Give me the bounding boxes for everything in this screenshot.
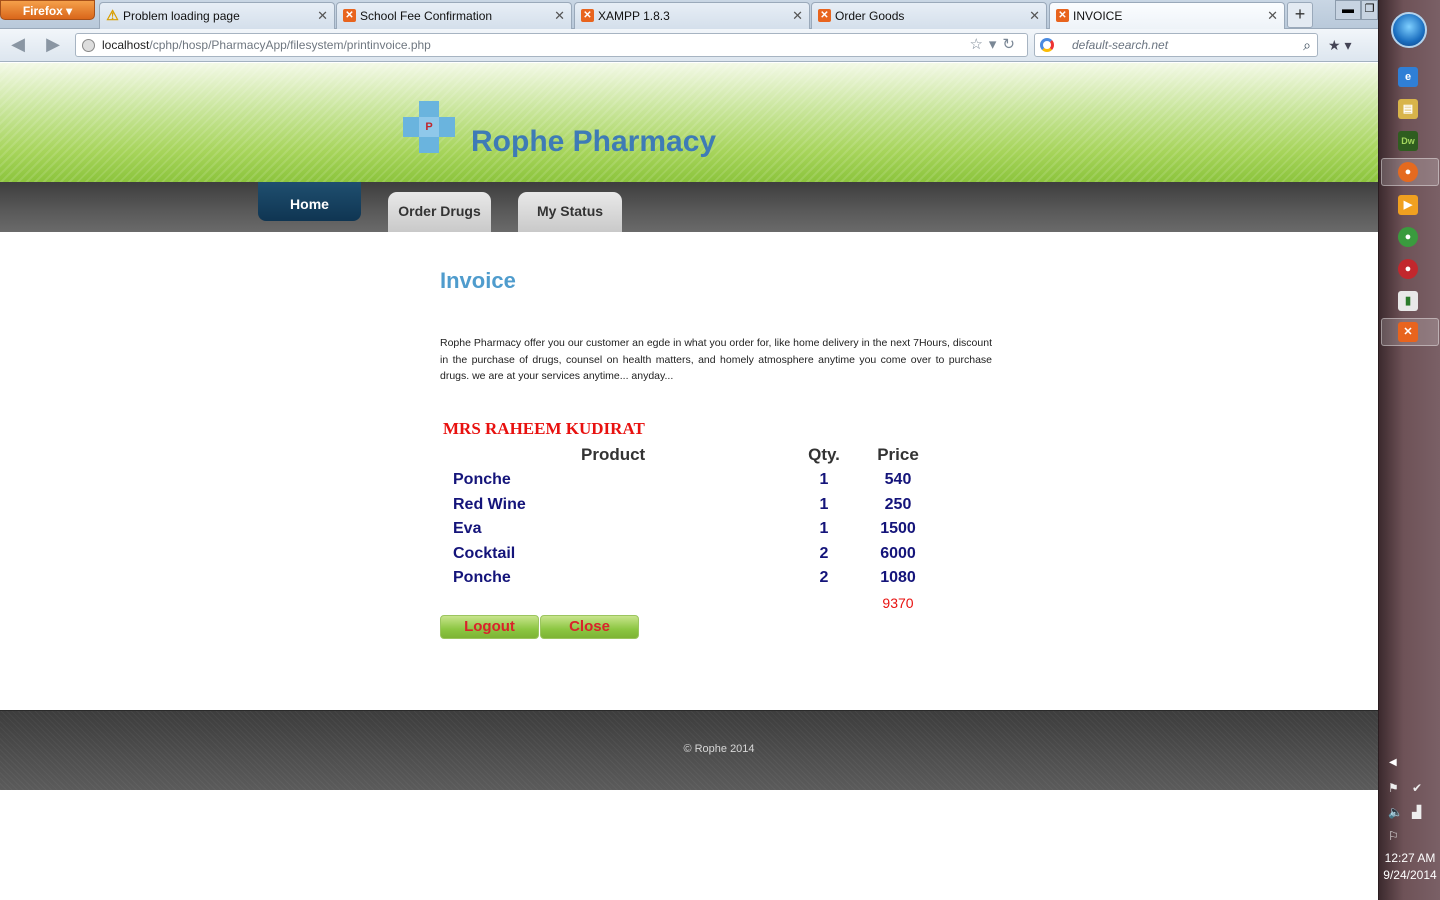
search-bar[interactable]: default-search.net ⌕ <box>1034 33 1318 57</box>
volume-icon[interactable]: 🔈 <box>1388 805 1403 819</box>
xampp-icon: ✕ <box>818 9 831 22</box>
item-product: Ponche <box>453 471 511 488</box>
tab-bar: Firefox ▾ ⚠ Problem loading page ✕ ✕ Sch… <box>0 0 1378 29</box>
item-price: 6000 <box>880 545 916 562</box>
copyright-text: © Rophe 2014 <box>683 743 755 755</box>
tab-invoice[interactable]: ✕ INVOICE ✕ <box>1049 2 1285 29</box>
app-icon[interactable]: ● <box>1398 259 1418 279</box>
tab-label: XAMPP 1.8.3 <box>598 9 670 23</box>
intro-paragraph: Rophe Pharmacy offer you our customer an… <box>440 337 992 382</box>
show-hidden-icons-icon[interactable]: ◀ <box>1389 757 1397 768</box>
clock-date[interactable]: 9/24/2014 <box>1379 868 1440 882</box>
xampp-icon: ✕ <box>343 9 356 22</box>
action-center-icon[interactable]: ⚑ <box>1388 781 1399 795</box>
browser-chrome: Firefox ▾ ⚠ Problem loading page ✕ ✕ Sch… <box>0 0 1378 62</box>
xampp-icon[interactable]: ✕ <box>1398 322 1418 342</box>
item-product: Ponche <box>453 569 511 586</box>
media-player-icon[interactable]: ▶ <box>1398 195 1418 215</box>
dropdown-icon[interactable]: ▾ <box>989 36 1003 53</box>
url-bar[interactable]: localhost/cphp/hosp/PharmacyApp/filesyst… <box>75 33 1028 57</box>
search-icon[interactable]: ⌕ <box>1303 34 1311 56</box>
tab-order-goods[interactable]: ✕ Order Goods ✕ <box>811 2 1047 29</box>
tab-label: INVOICE <box>1073 9 1123 23</box>
tab-label: Order Goods <box>835 9 905 23</box>
back-arrow-icon[interactable]: ◀ <box>7 35 29 55</box>
forward-arrow-icon[interactable]: ▶ <box>42 35 64 55</box>
firefox-menu-button[interactable]: Firefox ▾ <box>0 0 95 20</box>
pharmacy-cross-logo: P <box>403 101 455 153</box>
header-product: Product <box>581 445 646 464</box>
xampp-icon: ✕ <box>1056 9 1069 22</box>
header-price: Price <box>877 445 919 464</box>
chart-app-icon[interactable]: ▮ <box>1398 291 1418 311</box>
file-explorer-icon[interactable]: ▤ <box>1398 99 1418 119</box>
star-icon[interactable]: ☆ <box>969 36 988 53</box>
warning-icon: ⚠ <box>106 7 119 23</box>
xampp-icon: ✕ <box>581 9 594 22</box>
main-menu: Home Order Drugs My Status <box>0 182 1378 232</box>
site-header: P Rophe Pharmacy <box>0 63 1378 182</box>
page-viewport: P Rophe Pharmacy Home Order Drugs My Sta… <box>0 63 1378 900</box>
item-qty: 1 <box>819 496 829 513</box>
start-button[interactable] <box>1391 12 1427 48</box>
tab-xampp[interactable]: ✕ XAMPP 1.8.3 ✕ <box>574 2 810 29</box>
tab-label: School Fee Confirmation <box>360 9 493 23</box>
close-icon[interactable]: ✕ <box>792 8 803 24</box>
minimize-window-button[interactable]: ▬ <box>1335 0 1361 20</box>
item-qty: 2 <box>819 545 829 562</box>
flag-icon[interactable]: ⚐ <box>1388 829 1399 843</box>
close-button[interactable]: Close <box>540 615 639 639</box>
menu-home[interactable]: Home <box>258 182 361 221</box>
menu-order-drugs[interactable]: Order Drugs <box>388 192 491 232</box>
bookmarks-button[interactable]: ★ ▾ <box>1328 35 1362 55</box>
site-footer: © Rophe 2014 <box>0 710 1378 790</box>
firefox-menu-label: Firefox <box>22 4 63 18</box>
url-bar-icons: ☆▾↻ <box>969 34 1021 56</box>
customer-name: MRS RAHEEM KUDIRAT <box>443 419 645 438</box>
network-icon[interactable]: ▟ <box>1412 805 1421 819</box>
page-title: Invoice <box>440 268 516 293</box>
logo-letter: P <box>419 117 439 137</box>
item-product: Eva <box>453 520 482 537</box>
url-host: localhost <box>102 38 150 52</box>
security-icon[interactable]: ✔ <box>1412 781 1422 795</box>
item-price: 250 <box>884 496 912 513</box>
invoice-total: 9370 <box>882 595 914 611</box>
chrome-icon[interactable]: ● <box>1398 227 1418 247</box>
internet-explorer-icon[interactable]: e <box>1398 67 1418 87</box>
tab-label: Problem loading page <box>123 9 240 23</box>
close-icon[interactable]: ✕ <box>554 8 565 24</box>
maximize-window-button[interactable]: ❐ <box>1361 0 1378 20</box>
item-product: Red Wine <box>453 496 526 513</box>
url-text: localhost/cphp/hosp/PharmacyApp/filesyst… <box>102 34 431 56</box>
firefox-icon[interactable]: ● <box>1398 162 1418 182</box>
dreamweaver-icon[interactable]: Dw <box>1398 131 1418 151</box>
close-icon[interactable]: ✕ <box>1029 8 1040 24</box>
logout-button[interactable]: Logout <box>440 615 539 639</box>
item-qty: 1 <box>819 520 829 537</box>
new-tab-button[interactable]: + <box>1287 2 1313 28</box>
bookmark-star-icon: ★ <box>1328 37 1341 53</box>
close-icon[interactable]: ✕ <box>1267 8 1278 24</box>
site-title: Rophe Pharmacy <box>471 125 717 158</box>
close-icon[interactable]: ✕ <box>317 8 328 24</box>
item-price: 1500 <box>880 520 916 537</box>
tab-school-fee[interactable]: ✕ School Fee Confirmation ✕ <box>336 2 572 29</box>
clock-time[interactable]: 12:27 AM <box>1379 851 1440 865</box>
item-price: 1080 <box>880 569 916 586</box>
item-price: 540 <box>884 471 912 488</box>
navigation-bar: ◀ ▶ localhost/cphp/hosp/PharmacyApp/file… <box>0 29 1378 62</box>
windows-taskbar: e ▤ Dw ● ▶ ● ● ▮ ✕ ◀ ⚑ ✔ 🔈 ▟ ⚐ 12:27 AM … <box>1378 0 1440 900</box>
url-path: /cphp/hosp/PharmacyApp/filesystem/printi… <box>149 38 431 52</box>
search-input[interactable]: default-search.net <box>1072 34 1168 56</box>
header-qty: Qty. <box>808 445 840 464</box>
menu-my-status[interactable]: My Status <box>518 192 622 232</box>
reload-icon[interactable]: ↻ <box>1002 36 1021 53</box>
globe-icon <box>82 39 95 52</box>
item-product: Cocktail <box>453 545 516 562</box>
item-qty: 1 <box>819 471 829 488</box>
tab-problem-loading[interactable]: ⚠ Problem loading page ✕ <box>99 2 335 29</box>
search-engine-icon[interactable] <box>1040 38 1054 52</box>
item-qty: 2 <box>819 569 829 586</box>
